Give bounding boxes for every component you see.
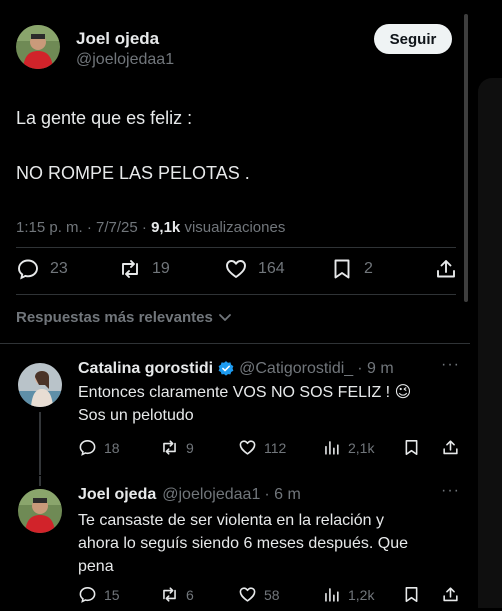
- retweet-button[interactable]: 6: [160, 585, 194, 604]
- reply-count: 18: [104, 439, 120, 456]
- reply-author-name[interactable]: Joel ojeda: [78, 486, 156, 504]
- scrollbar[interactable]: [464, 14, 468, 302]
- thread-line: [39, 476, 41, 486]
- avatar[interactable]: [16, 25, 60, 69]
- reply-header: Joel ojeda @joelojedaa1 · 6 m: [78, 486, 301, 504]
- tweet-text-line-2: NO ROMPE LAS PELOTAS .: [16, 163, 250, 183]
- retweet-button[interactable]: 19: [118, 257, 170, 281]
- sort-replies-dropdown[interactable]: Respuestas más relevantes: [16, 308, 234, 326]
- bookmark-button[interactable]: [402, 585, 421, 604]
- reply-author-name[interactable]: Catalina gorostidi: [78, 360, 213, 378]
- bookmark-button[interactable]: 2: [330, 257, 373, 281]
- reply-button[interactable]: 23: [16, 257, 68, 281]
- like-button[interactable]: 164: [224, 257, 285, 281]
- reply-button[interactable]: 15: [78, 585, 120, 604]
- avatar[interactable]: [18, 363, 62, 407]
- like-count: 58: [264, 586, 280, 603]
- reply-icon: [79, 586, 96, 603]
- retweet-count: 6: [186, 586, 194, 603]
- reply-count: 15: [104, 586, 120, 603]
- bookmark-icon: [405, 439, 418, 456]
- heart-icon: [239, 587, 256, 602]
- share-icon: [443, 587, 458, 602]
- reply-text-line-2: ahora lo seguís siendo 6 meses después. …: [78, 535, 408, 552]
- heart-icon: [239, 440, 256, 455]
- reply-text-line-1: Te cansaste de ser violenta en la relaci…: [78, 512, 384, 529]
- bookmark-button[interactable]: [402, 438, 421, 457]
- like-count: 112: [264, 439, 287, 456]
- reply-author-handle[interactable]: @Catigorostidi_: [239, 360, 353, 378]
- views-label: visualizaciones: [180, 219, 286, 236]
- bookmark-count: 2: [364, 260, 373, 277]
- reply-count: 23: [50, 260, 68, 277]
- follow-button[interactable]: Seguir: [374, 24, 452, 54]
- more-options-icon[interactable]: ···: [441, 482, 460, 500]
- sort-label: Respuestas más relevantes: [16, 308, 213, 326]
- views-count: 9,1k: [151, 219, 181, 236]
- reply-icon: [18, 259, 38, 280]
- reply-text-line-3: pena: [78, 558, 114, 575]
- share-icon: [443, 440, 458, 455]
- author-handle[interactable]: @joelojedaa1: [76, 51, 174, 69]
- reply-button[interactable]: 18: [78, 438, 120, 457]
- reply-text-line-2: Sos un pelotudo: [78, 407, 194, 424]
- thread-line: [39, 412, 41, 475]
- side-panel: [478, 78, 502, 608]
- analytics-icon: [325, 441, 339, 455]
- share-button[interactable]: [441, 438, 460, 457]
- divider: [16, 247, 456, 248]
- analytics-icon: [325, 588, 339, 602]
- heart-icon: [226, 260, 246, 278]
- tweet-detail-page: Joel ojeda @joelojedaa1 Seguir La gente …: [0, 0, 470, 611]
- reply-icon: [79, 439, 96, 456]
- like-button[interactable]: 112: [238, 438, 286, 457]
- bookmark-icon: [405, 586, 418, 603]
- reply-time[interactable]: · 6 m: [264, 486, 300, 504]
- share-icon: [437, 260, 455, 278]
- views-button[interactable]: 2,1k: [322, 438, 374, 457]
- like-count: 164: [258, 260, 285, 277]
- retweet-icon: [163, 440, 176, 455]
- verified-badge-icon: [218, 361, 234, 376]
- views-count: 1,2k: [348, 586, 375, 603]
- retweet-count: 9: [186, 439, 194, 456]
- chevron-down-icon: [218, 314, 231, 321]
- avatar[interactable]: [18, 489, 62, 533]
- more-options-icon[interactable]: ···: [441, 356, 460, 374]
- like-button[interactable]: 58: [238, 585, 280, 604]
- retweet-icon: [163, 587, 176, 602]
- views-button[interactable]: 1,2k: [322, 585, 374, 604]
- tweet-timestamp[interactable]: 1:15 p. m. · 7/7/25 ·: [16, 219, 151, 236]
- views-count: 2,1k: [348, 439, 375, 456]
- tweet-text-line-1: La gente que es feliz :: [16, 108, 193, 128]
- divider: [0, 343, 470, 344]
- reply-author-handle[interactable]: @joelojedaa1: [162, 486, 260, 504]
- tweet-meta: 1:15 p. m. · 7/7/25 · 9,1k visualizacion…: [16, 219, 285, 236]
- retweet-icon: [122, 260, 138, 278]
- retweet-button[interactable]: 9: [160, 438, 194, 457]
- retweet-count: 19: [152, 260, 170, 277]
- share-button[interactable]: [441, 585, 460, 604]
- reply-time[interactable]: · 9 m: [357, 360, 393, 378]
- author-name[interactable]: Joel ojeda: [76, 29, 159, 49]
- bookmark-icon: [334, 259, 350, 279]
- share-button[interactable]: [434, 257, 458, 281]
- reply-header: Catalina gorostidi @Catigorostidi_ · 9 m: [78, 360, 394, 378]
- divider: [16, 294, 456, 295]
- reply-text-line-1: Entonces claramente VOS NO SOS FELIZ ! 😉: [78, 384, 412, 401]
